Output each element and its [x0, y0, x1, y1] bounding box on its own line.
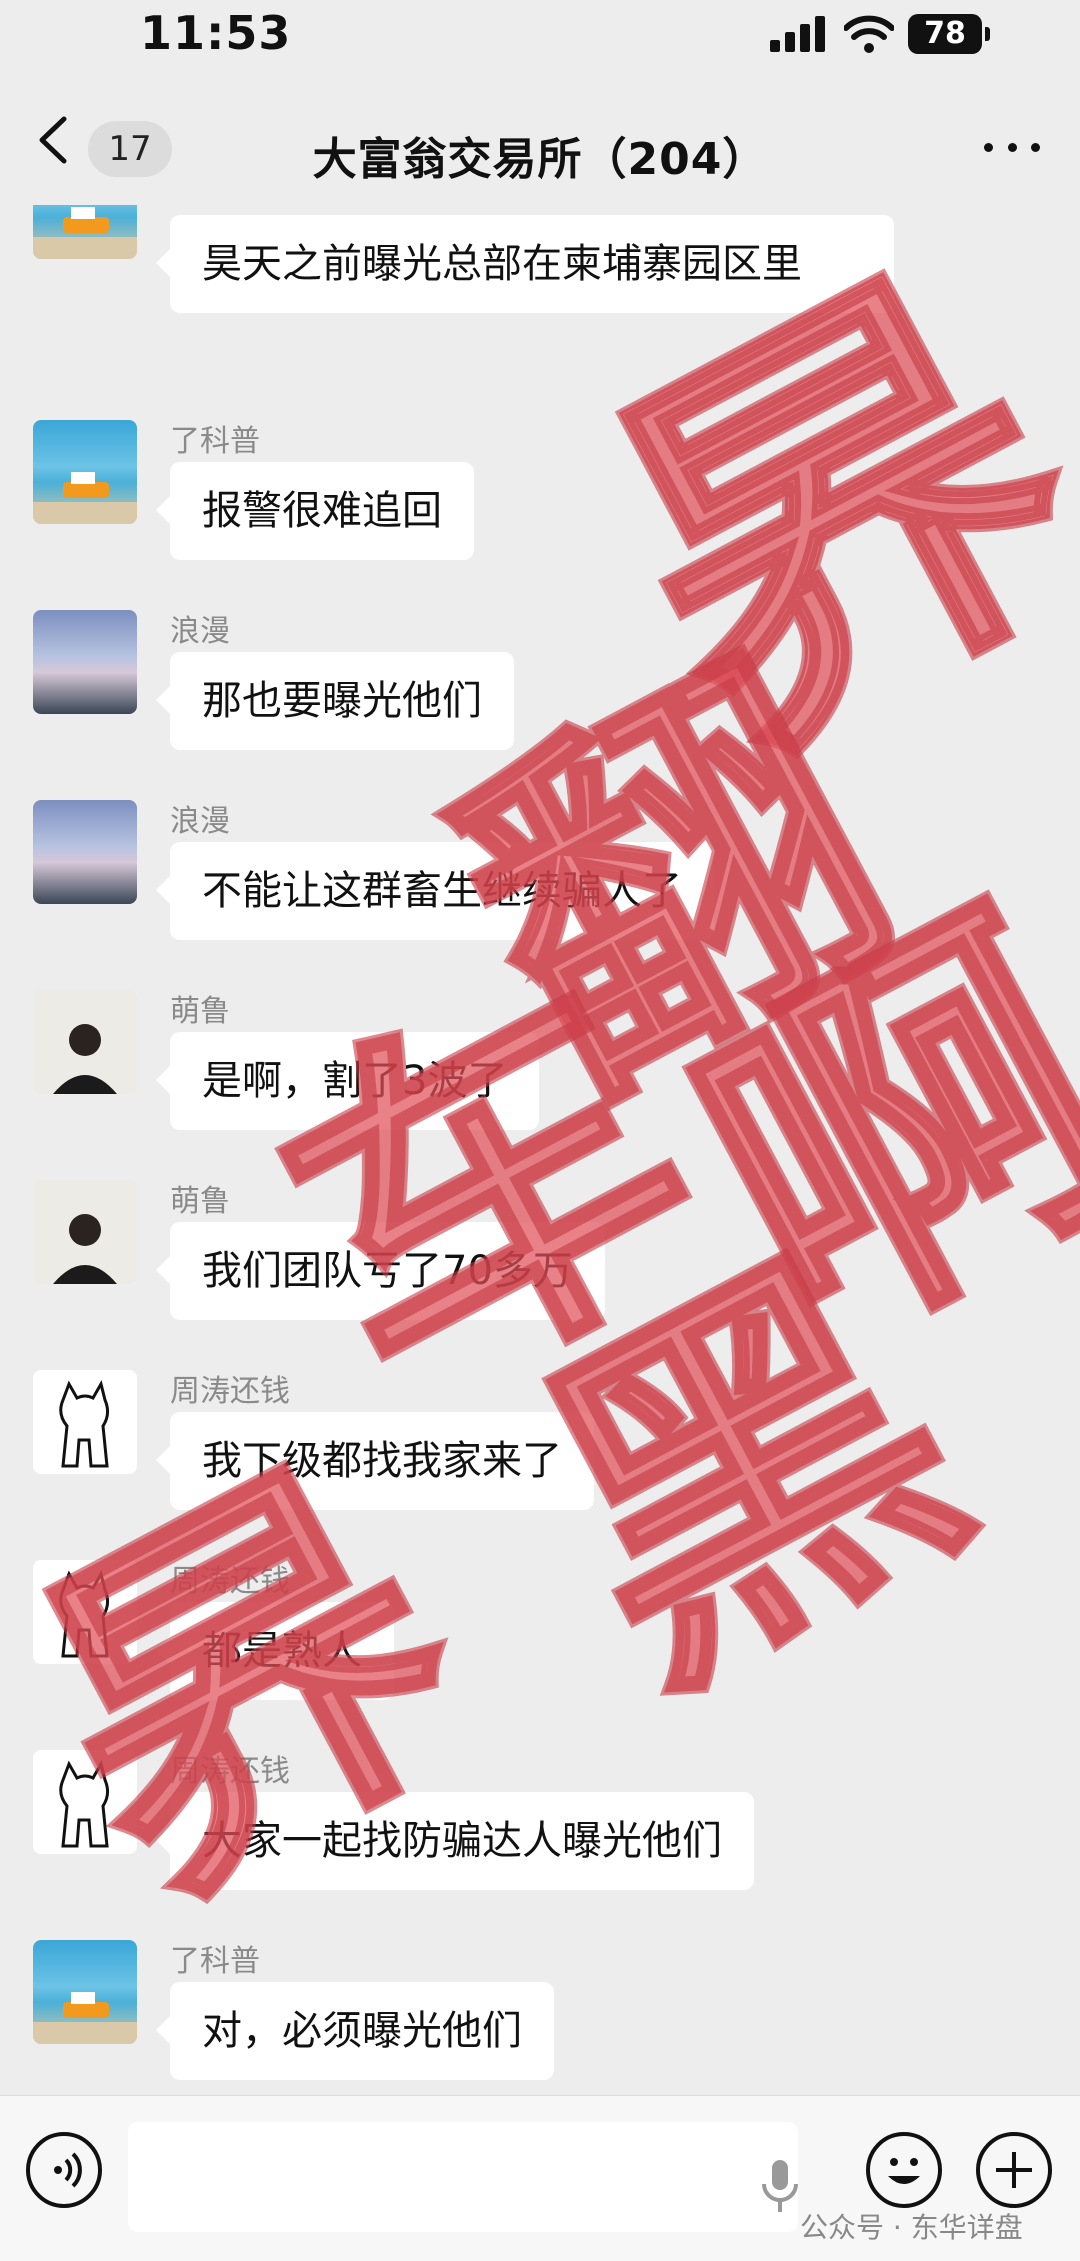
message-text: 那也要曝光他们: [202, 678, 482, 724]
input-bar: 公众号 · 东华详盘: [0, 2095, 1080, 2261]
voice-icon: [54, 2152, 82, 2188]
cat-avatar[interactable]: [33, 1370, 137, 1474]
message-bubble[interactable]: 对，必须曝光他们: [156, 1982, 554, 2080]
boat-avatar[interactable]: [33, 420, 137, 524]
wifi-icon: [844, 15, 894, 53]
message-bubble[interactable]: 都是熟人: [156, 1602, 394, 1700]
message-bubble[interactable]: 那也要曝光他们: [156, 652, 514, 750]
message-bubble[interactable]: 报警很难追回: [156, 462, 474, 560]
add-button[interactable]: [976, 2132, 1052, 2208]
sender-name: 周涛还钱: [170, 1374, 290, 1409]
message-text: 是啊，割了3波了: [202, 1058, 508, 1104]
sender-name: 浪漫: [170, 804, 230, 839]
smile-icon: [888, 2158, 920, 2184]
battery-icon: 78: [908, 14, 990, 54]
sender-name: 浪漫: [170, 614, 230, 649]
message-input[interactable]: [128, 2122, 798, 2232]
sender-name: 萌鲁: [170, 994, 230, 1029]
message-bubble[interactable]: 大家一起找防骗达人曝光他们: [156, 1792, 754, 1890]
sky-avatar[interactable]: [33, 610, 137, 714]
boat-avatar[interactable]: [33, 1940, 137, 2044]
man-avatar[interactable]: [33, 1180, 137, 1284]
man-avatar[interactable]: [33, 990, 137, 1094]
plus-icon: [996, 2152, 1032, 2188]
message-text: 报警很难追回: [202, 488, 442, 534]
sky-avatar[interactable]: [33, 800, 137, 904]
message-bubble[interactable]: 我们团队亏了70多万: [156, 1222, 605, 1320]
message-text: 我们团队亏了70多万: [202, 1248, 573, 1294]
cat-avatar[interactable]: [33, 1560, 137, 1664]
dot-icon: [1007, 142, 1017, 152]
message-bubble[interactable]: 昊天之前曝光总部在柬埔寨园区里: [156, 215, 894, 313]
message-text: 不能让这群畜生继续骗人了: [202, 868, 682, 914]
message-text: 对，必须曝光他们: [202, 2008, 522, 2054]
chat-title: 大富翁交易所（204）: [312, 134, 768, 185]
emoji-button[interactable]: [866, 2132, 942, 2208]
more-options-button[interactable]: [984, 137, 1040, 157]
message-text: 大家一起找防骗达人曝光他们: [202, 1818, 722, 1864]
dot-icon: [984, 142, 993, 152]
message-bubble[interactable]: 是啊，割了3波了: [155, 1032, 540, 1130]
message-bubble[interactable]: 不能让这群畜生继续骗人了: [156, 842, 714, 940]
message-text: 昊天之前曝光总部在柬埔寨园区里: [202, 241, 802, 287]
signal-icon: [770, 16, 825, 52]
status-time: 11:53: [140, 6, 292, 60]
chat-message-list[interactable]: 昊天之前曝光总部在柬埔寨园区里 了科普 报警很难追回 浪漫 那也要曝光他们 浪漫…: [0, 205, 1080, 2095]
sender-name: 萌鲁: [170, 1184, 230, 1219]
status-icons: 78: [770, 14, 990, 58]
cat-avatar[interactable]: [33, 1750, 137, 1854]
nav-bar: 17 大富翁交易所（204）: [0, 75, 1080, 205]
sender-name: 了科普: [170, 1944, 260, 1979]
sender-name: 了科普: [170, 424, 260, 459]
microphone-icon[interactable]: [760, 2158, 800, 2218]
dot-icon: [1031, 142, 1040, 152]
boat-avatar[interactable]: [33, 205, 137, 259]
sender-name: 周涛还钱: [170, 1754, 290, 1789]
message-text: 都是熟人: [202, 1628, 362, 1674]
watermark-text: 公众号 · 东华详盘: [800, 2211, 1023, 2244]
message-bubble[interactable]: 我下级都找我家来了: [156, 1412, 594, 1510]
status-bar: 11:53 78: [0, 0, 1080, 75]
message-text: 我下级都找我家来了: [202, 1438, 562, 1484]
sender-name: 周涛还钱: [170, 1564, 290, 1599]
voice-button[interactable]: [26, 2132, 102, 2208]
